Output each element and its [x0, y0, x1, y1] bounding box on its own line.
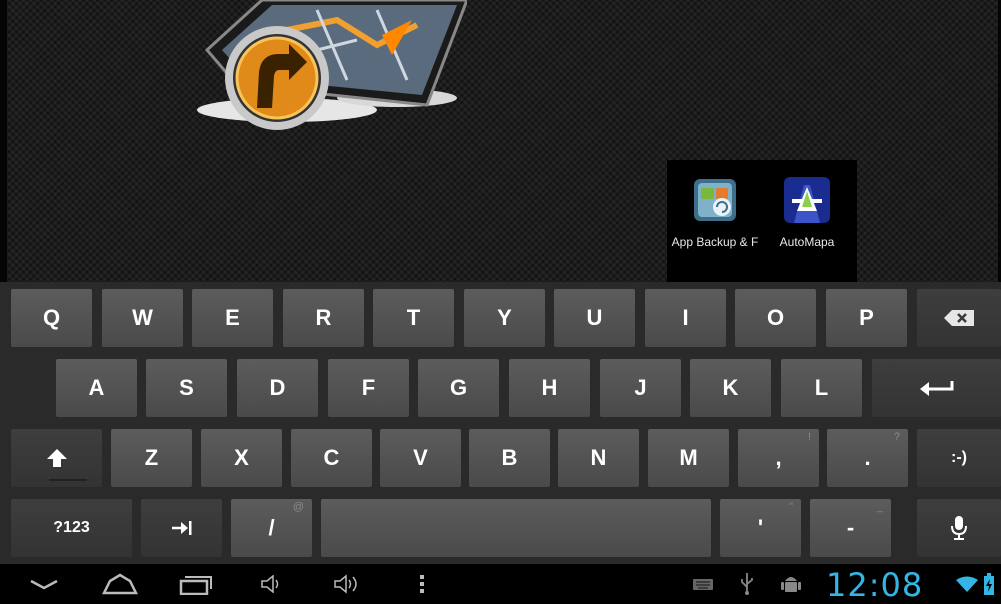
key-s[interactable]: S: [146, 359, 227, 417]
key-t[interactable]: T: [373, 289, 454, 347]
key-v[interactable]: V: [380, 429, 461, 487]
home-button[interactable]: [100, 570, 140, 598]
key-slash[interactable]: / @: [231, 499, 312, 557]
key-hint: !: [807, 431, 811, 443]
key-p[interactable]: P: [826, 289, 907, 347]
key-period[interactable]: . ?: [827, 429, 908, 487]
app-label: App Backup & F: [671, 235, 759, 249]
smiley-key[interactable]: :-): [917, 429, 1001, 487]
debug-notification[interactable]: [778, 570, 804, 598]
app-backup-icon: [692, 177, 738, 223]
key-hint: @: [292, 501, 304, 513]
key-x[interactable]: X: [201, 429, 282, 487]
shift-key[interactable]: [11, 429, 102, 487]
automapa-shortcut[interactable]: AutoMapa: [762, 177, 852, 249]
wifi-status[interactable]: [956, 570, 978, 598]
voice-input-key[interactable]: [917, 499, 1001, 557]
tab-icon: [171, 521, 191, 535]
volume-down-button[interactable]: [256, 570, 286, 598]
key-e[interactable]: E: [192, 289, 273, 347]
key-y[interactable]: Y: [464, 289, 545, 347]
key-c[interactable]: C: [291, 429, 372, 487]
key-hint: ": [789, 501, 793, 513]
menu-button[interactable]: [412, 570, 432, 598]
tab-key[interactable]: [141, 499, 222, 557]
volume-down-icon: [261, 575, 279, 593]
key-hint: ?: [893, 431, 900, 443]
key-g[interactable]: G: [418, 359, 499, 417]
volume-up-button[interactable]: [330, 570, 364, 598]
key-label: /: [268, 515, 275, 540]
key-dash[interactable]: - _: [810, 499, 891, 557]
app-backup-shortcut[interactable]: App Backup & F: [670, 177, 760, 249]
navigation-app-widget-icon[interactable]: [177, 0, 467, 130]
back-button[interactable]: [26, 570, 62, 598]
key-h[interactable]: H: [509, 359, 590, 417]
key-m[interactable]: M: [648, 429, 729, 487]
key-comma[interactable]: , !: [738, 429, 819, 487]
automapa-icon: [784, 177, 830, 223]
microphone-icon: [951, 516, 967, 540]
space-key[interactable]: [321, 499, 711, 557]
key-l[interactable]: L: [781, 359, 862, 417]
recent-apps-button[interactable]: [178, 570, 214, 598]
symbols-key[interactable]: ?123: [11, 499, 132, 557]
key-hint: _: [876, 501, 883, 513]
home-icon: [102, 573, 138, 595]
enter-key[interactable]: [872, 359, 1001, 417]
key-label: ': [757, 515, 764, 540]
key-label: -: [846, 515, 855, 540]
shift-icon: [46, 449, 67, 467]
keyboard-icon: [693, 579, 713, 590]
enter-icon: [919, 381, 953, 396]
key-apostrophe[interactable]: ' ": [720, 499, 801, 557]
backspace-icon: [944, 310, 974, 326]
battery-icon: [984, 573, 994, 595]
key-d[interactable]: D: [237, 359, 318, 417]
app-label: AutoMapa: [779, 235, 835, 249]
battery-status[interactable]: [982, 570, 996, 598]
usb-notification[interactable]: [736, 570, 758, 598]
key-o[interactable]: O: [735, 289, 816, 347]
soft-keyboard: Q W E R T Y U I O P A S D F G H J K L Z …: [0, 282, 1001, 564]
system-bar: 12:08: [0, 564, 1001, 604]
wifi-icon: [956, 576, 978, 592]
key-label: .: [864, 445, 871, 470]
shift-indicator: [49, 479, 87, 481]
key-f[interactable]: F: [328, 359, 409, 417]
clock[interactable]: 12:08: [826, 566, 923, 604]
menu-icon: [420, 575, 424, 593]
key-w[interactable]: W: [102, 289, 183, 347]
key-j[interactable]: J: [600, 359, 681, 417]
backspace-key[interactable]: [917, 289, 1001, 347]
key-a[interactable]: A: [56, 359, 137, 417]
key-k[interactable]: K: [690, 359, 771, 417]
back-icon: [30, 579, 58, 590]
volume-up-icon: [334, 574, 357, 594]
usb-icon: [741, 573, 753, 595]
key-n[interactable]: N: [558, 429, 639, 487]
key-r[interactable]: R: [283, 289, 364, 347]
key-q[interactable]: Q: [11, 289, 92, 347]
home-screen: App Backup & F AutoMapa: [0, 0, 1001, 282]
key-u[interactable]: U: [554, 289, 635, 347]
android-debug-icon: [781, 577, 801, 592]
keyboard-notification[interactable]: [690, 570, 716, 598]
recent-apps-icon: [179, 576, 212, 595]
key-z[interactable]: Z: [111, 429, 192, 487]
folder-popup: App Backup & F AutoMapa: [667, 160, 857, 282]
key-i[interactable]: I: [645, 289, 726, 347]
key-b[interactable]: B: [469, 429, 550, 487]
key-label: ,: [775, 445, 782, 470]
